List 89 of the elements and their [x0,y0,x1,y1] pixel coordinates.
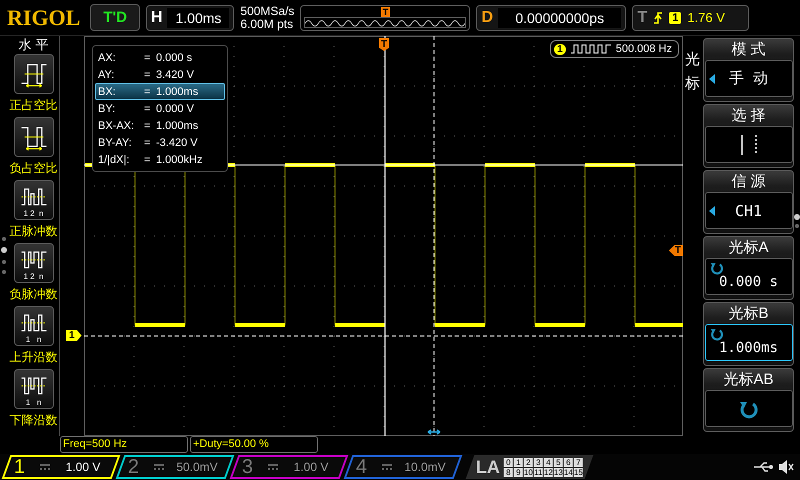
menu-value-box[interactable]: 手 动 [704,60,792,97]
digital-channel: 11 [534,468,543,476]
readout-value: 3.420 V [156,68,194,80]
trigger-field[interactable]: T 1 1.76 V [632,4,750,30]
measure-label: 负占空比 [10,160,58,177]
menu-title: 水 平 [18,36,48,54]
measure-button[interactable]: 1 n [14,306,54,346]
menu-value: 0.000 s [718,274,778,290]
memory-depth: 6.00M pts [240,18,294,30]
readout-label: AX: [98,52,117,64]
equals-sign: = [144,120,152,132]
trigger-marker: T [379,38,390,51]
equals-sign: = [144,52,152,64]
menu-item-label: 模 式 [731,40,766,60]
menu-item-label: 光标B [728,304,768,324]
menu-item[interactable]: 模 式 手 动 [703,38,794,102]
readout-value: 1.000ms [156,120,198,132]
readout-value: -3.420 V [156,136,198,148]
readout-label: BY-AY: [98,136,133,148]
menu-value-box[interactable]: CH1 [704,192,792,229]
menu-item[interactable]: 信 源 CH1 [703,170,794,234]
measure-label: 负脉冲数 [10,286,58,303]
measurement-readout: +Duty=50.00 % [190,436,318,453]
readout-label: AY: [98,68,116,80]
menu-item-label: 信 源 [731,172,766,192]
sample-rate: 500MSa/s [240,4,294,18]
measure-label: 正占空比 [10,97,58,114]
digital-channel: 3 [534,458,543,466]
digital-channel: 12 [544,468,553,476]
digital-channel: 15 [574,468,583,476]
menu-item-label: 选 择 [731,106,766,126]
timebase-field[interactable]: H 1.00ms [146,4,234,30]
channel-tab[interactable]: 4 10.0mV [344,455,462,479]
readout-value: 0.000 s [156,52,192,64]
menu-item[interactable]: 光标AB [703,368,794,432]
digital-channel: 5 [554,458,563,466]
digital-channel: 9 [514,468,523,476]
digital-channel: 4 [544,458,553,466]
digital-channel: 0 [504,458,513,466]
menu-value: 手 动 [728,69,768,88]
digital-channel: 8 [504,468,513,476]
measure-button[interactable]: 1 2 n [14,180,54,220]
trigger-position-marker: T [380,6,390,16]
equals-sign: = [144,102,152,114]
channel-tab[interactable]: 3 1.00 V [230,455,348,479]
frequency-counter: 1 500.008 Hz [550,40,679,58]
measurement-readout: Freq=500 Hz [60,436,188,453]
readout-label: BY: [98,102,116,114]
measure-button[interactable]: 1 n [14,369,54,409]
digital-channel: 13 [554,468,563,476]
menu-item[interactable]: 选 择 [703,104,794,168]
trigger-level-marker[interactable]: T [668,245,683,256]
menu-value-box[interactable]: 1.000ms [704,324,792,361]
menu-item-label: 光标A [728,238,768,258]
channel-marker[interactable]: 1 [66,330,82,341]
menu-item[interactable]: 光标A 0.000 s [703,236,794,300]
digital-channel: 7 [574,458,583,466]
menu-title: 光标 [684,50,701,94]
equals-sign: = [144,154,152,166]
readout-label: 1/|dX|: [98,154,130,166]
logic-analyzer-label: LA [476,456,500,478]
menu-item[interactable]: 光标B 1.000ms [703,302,794,366]
readout-label: BX: [98,86,117,98]
measure-label: 下降沿数 [10,412,58,429]
measure-label: 正脉冲数 [10,223,58,240]
measure-button[interactable]: 1 2 n [14,243,54,283]
digital-channel: 10 [524,468,533,476]
readout-value: 1.000kHz [156,154,202,166]
digital-channel: 1 [514,458,523,466]
menu-value: 1.000ms [718,340,778,356]
readout-value: 1.000ms [156,86,198,98]
digital-channel: 14 [564,468,573,476]
menu-value: CH1 [734,202,762,220]
readout-value: 0.000 V [156,102,194,114]
measure-label: 上升沿数 [10,349,58,366]
digital-channel: 6 [564,458,573,466]
channel-tab[interactable]: 2 50.0mV [116,455,234,479]
menu-item-label: 光标AB [723,370,774,390]
digital-channel: 2 [524,458,533,466]
equals-sign: = [144,86,152,98]
channel-tab[interactable]: 1 1.00 V [2,455,120,479]
equals-sign: = [144,68,152,80]
delay-field[interactable]: D 0.00000000ps [476,4,626,30]
logic-analyzer-tab[interactable]: LA 0 1 2 3 4 5 6 7 8 9 10 11 12 13 14 15 [466,455,594,479]
run-status: T'D [90,4,140,31]
equals-sign: = [144,136,152,148]
readout-label: BX-AX: [98,120,136,132]
menu-value-box[interactable]: 0.000 s [704,258,792,295]
brand-logo: RIGOL [6,4,82,30]
